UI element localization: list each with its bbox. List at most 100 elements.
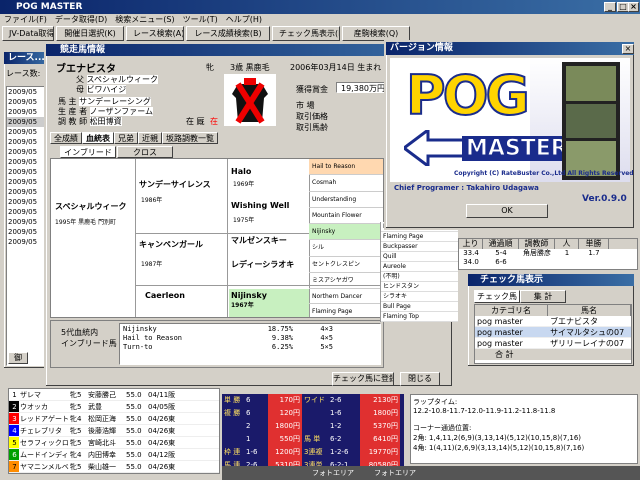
ped-g5-cell: Flaming Top <box>381 312 458 322</box>
payout-cell: ワイド <box>304 396 325 404</box>
entry-cell: 牝4 <box>70 451 82 459</box>
toolbar-button-4[interactable]: チェック馬表示(E) <box>272 26 340 41</box>
check-tab-0[interactable]: チェック馬 <box>474 290 520 303</box>
app-titlebar: POG MASTER _ □ × <box>0 0 640 14</box>
entry-number: 4 <box>9 425 19 436</box>
ok-button[interactable]: OK <box>466 204 548 218</box>
inbreed-row[interactable]: Hail to Reason 9.38% 4×5 <box>123 334 377 343</box>
toolbar-button-3[interactable]: レース成績検索(B) <box>186 26 270 41</box>
inbreed-list[interactable]: Nijinsky 18.75% 4×3 Hail to Reason 9.38% 4×5 T… <box>119 323 381 365</box>
menu-item-0[interactable]: ファイル(F) <box>4 14 47 26</box>
toolbar-button-2[interactable]: レース検索(A) <box>126 26 184 41</box>
menu-item-1[interactable]: データ取得(D) <box>55 14 107 26</box>
entry-row[interactable]: 1 ザレマ 牝5 安藤勝己 55.0 04/11阪 <box>9 389 219 401</box>
entry-row[interactable]: 3 レッドアゲート 牝4 松岡正海 55.0 04/26東 <box>9 413 219 425</box>
horse-tab-1[interactable]: 血統表 <box>82 132 114 144</box>
entry-row[interactable]: 5セラフィックロンプ牝5 宮崎北斗 55.0 04/26東 <box>9 437 219 449</box>
entry-row[interactable]: 7ヤマニンメルベイユ牝5 柴山雄一 55.0 04/26東 <box>9 461 219 473</box>
corner-4: 4角: 1(4,11)(2,6,9)(3,13,14)(5,12)(10,15,… <box>413 444 585 452</box>
race-date-item[interactable]: 2009/05 <box>7 147 48 157</box>
race-date-item[interactable]: 2009/05 <box>7 187 48 197</box>
entry-cell: 55.0 <box>126 451 142 459</box>
race-date-item[interactable]: 2009/05 <box>7 157 48 167</box>
payout-row: 複 勝 6 120円 1-6 1800円 <box>222 407 404 420</box>
race-window: レース... レース数: 2009/05 2009/05 2009/05 2009/0… <box>2 50 50 370</box>
payout-cell: 6410円 <box>360 433 400 446</box>
entry-cell: 牝5 <box>70 427 82 435</box>
check-cell: ブエナビスタ <box>550 317 599 326</box>
owner-name: サンデーレーシング <box>79 97 151 106</box>
register-check-button[interactable]: チェック馬に登録 <box>332 372 394 386</box>
entry-row[interactable]: 2 ウオッカ 牝5 武豊 55.0 04/05阪 <box>9 401 219 413</box>
payout-cell: 2-6 <box>330 396 342 404</box>
dam-name[interactable]: ビワハイジ <box>86 85 127 94</box>
result-cell <box>579 258 609 267</box>
race-date-item[interactable]: 2009/05 <box>7 137 48 147</box>
race-date-item[interactable]: 2009/05 <box>7 117 48 127</box>
race-date-item[interactable]: 2009/05 <box>7 97 48 107</box>
check-cell: pog master <box>477 317 523 326</box>
result-cell: 角居勝彦 <box>523 249 551 257</box>
horse-tab-2[interactable]: 兄弟 <box>114 132 138 144</box>
nav-button[interactable]: 御 <box>8 352 28 364</box>
ped-g4-cell: Nijinsky <box>309 224 383 241</box>
result-row[interactable]: 34.0 6-6 <box>459 258 637 267</box>
race-date-item[interactable]: 2009/05 <box>7 217 48 227</box>
toolbar-button-1[interactable]: 開催日選択(K) <box>56 26 124 41</box>
photo-area-2[interactable]: フォトエリア <box>374 466 416 480</box>
version-close-icon[interactable]: × <box>622 44 634 54</box>
inbreed-row[interactable]: Turn-to 6.25% 5×5 <box>123 343 377 352</box>
pedigree-subtab-1[interactable]: クロス <box>117 146 173 158</box>
race-date-item[interactable]: 2009/05 <box>7 237 48 247</box>
check-tab-1[interactable]: 集 計 <box>520 290 566 303</box>
race-date-item[interactable]: 2009/05 <box>7 87 48 97</box>
menu-item-3[interactable]: ツール(T) <box>183 14 218 26</box>
race-date-item[interactable]: 2009/05 <box>7 197 48 207</box>
sire-name[interactable]: スペシャルウィーク <box>86 75 158 84</box>
race-date-item[interactable]: 2009/05 <box>7 177 48 187</box>
close-icon[interactable]: × <box>628 2 639 12</box>
payout-cell: 550円 <box>268 433 302 446</box>
menu-item-2[interactable]: 検索メニュー(S) <box>115 14 174 26</box>
ped-g5-cell: (不明) <box>381 272 458 282</box>
close-button[interactable]: 閉じる <box>400 372 440 386</box>
check-row[interactable]: pog master サイマルタシュの07 <box>475 327 631 338</box>
horse-tab-0[interactable]: 全成績 <box>50 132 82 144</box>
payout-row: 単 勝 6 170円 ワイド 2-6 2130円 <box>222 394 404 407</box>
trainer-label: 調 教 師 <box>58 117 88 126</box>
inbreed-row[interactable]: Nijinsky 18.75% 4×3 <box>123 325 377 334</box>
race-date-item[interactable]: 2009/05 <box>7 127 48 137</box>
payout-cell: 120円 <box>268 407 302 420</box>
minimize-button[interactable]: _ <box>604 2 616 12</box>
race-date-item[interactable]: 2009/05 <box>7 107 48 117</box>
ped-g4-cell: Cosmah <box>309 175 383 192</box>
check-row[interactable]: pog master ザリリーレイナの07 <box>475 338 631 349</box>
check-row[interactable]: pog master ブエナビスタ <box>475 316 631 327</box>
result-row[interactable]: 33.4 5-4 角居勝彦 1 1.7 <box>459 249 637 258</box>
race-date-item[interactable]: 2009/05 <box>7 167 48 177</box>
toolbar-button-5[interactable]: 産駒検索(Q) <box>342 26 410 41</box>
result-cell: 34.0 <box>463 258 479 266</box>
entry-row[interactable]: 4 チェレブリタ 牝5 後藤浩輝 55.0 04/26東 <box>9 425 219 437</box>
payout-cell: 1-6 <box>246 448 258 456</box>
ped-cg: キャンペンガール <box>139 240 203 249</box>
ped-dam-side-sire: Nijinsky <box>231 291 267 300</box>
ped-g5-cell: シラオキ <box>381 292 458 302</box>
menu-item-4[interactable]: ヘルプ(H) <box>226 14 262 26</box>
photo-area-1[interactable]: フォトエリア <box>312 466 354 480</box>
entry-cell: 牝5 <box>70 463 82 471</box>
ped-g5-cell: Bull Page <box>381 302 458 312</box>
lap-title: ラップタイム: <box>413 398 458 406</box>
check-cell: pog master <box>477 328 523 337</box>
payout-row: 2 1800円 1-2 5370円 <box>222 420 404 433</box>
check-list[interactable]: カテゴリ名 馬名 pog master ブエナビスタ pog master サイマルタシュ… <box>474 304 632 364</box>
horse-tab-4[interactable]: 坂路調教一覧 <box>162 132 218 144</box>
logo-master: MASTER <box>462 136 572 161</box>
entry-row[interactable]: 6ムードインディゴ牝4 内田博幸 55.0 04/12阪 <box>9 449 219 461</box>
race-date-item[interactable]: 2009/05 <box>7 227 48 237</box>
race-date-item[interactable]: 2009/05 <box>7 207 48 217</box>
pedigree-subtab-0[interactable]: インブリード <box>60 146 116 158</box>
horse-tab-3[interactable]: 近親 <box>138 132 162 144</box>
toolbar-button-0[interactable]: JV-Data取得(J) <box>2 26 54 41</box>
payout-cell: 1 <box>246 435 251 443</box>
